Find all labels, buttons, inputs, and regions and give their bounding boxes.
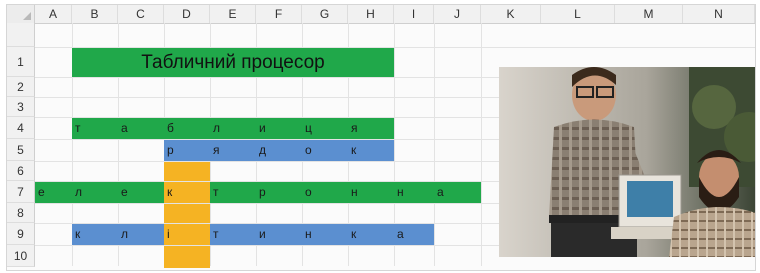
cell-E7[interactable]: т: [210, 182, 256, 203]
cell-D5[interactable]: р: [164, 140, 210, 161]
cell-C9[interactable]: л: [118, 224, 164, 245]
cell-G5[interactable]: о: [302, 140, 348, 161]
title-cell[interactable]: Табличний процесор: [72, 48, 394, 77]
spreadsheet-window: A B C D E F G H I J K L M N 1 2 3 4 5 6 …: [6, 4, 756, 271]
column-header-L[interactable]: L: [541, 5, 615, 23]
column-header-K[interactable]: K: [481, 5, 541, 23]
column-header-C[interactable]: C: [118, 5, 164, 23]
cell-J7[interactable]: а: [434, 182, 481, 203]
row-header-7[interactable]: 7: [7, 181, 35, 203]
cell-E4[interactable]: л: [210, 118, 256, 139]
cell-G9[interactable]: н: [302, 224, 348, 245]
column-header-H[interactable]: H: [348, 5, 394, 23]
row-header-5[interactable]: 5: [7, 139, 35, 161]
cell-D6[interactable]: [164, 162, 210, 181]
cell-D10[interactable]: [164, 246, 210, 268]
row-header-4[interactable]: 4: [7, 117, 35, 139]
row-header-6[interactable]: 6: [7, 161, 35, 181]
photo-two-men-computer: [499, 67, 755, 257]
row-header-blank: [7, 23, 35, 47]
row-header-10[interactable]: 10: [7, 245, 35, 267]
cell-I9[interactable]: а: [394, 224, 434, 245]
cell-H4[interactable]: я: [348, 118, 394, 139]
column-header-F[interactable]: F: [256, 5, 302, 23]
cell-D9[interactable]: і: [164, 224, 210, 245]
cell-E9[interactable]: т: [210, 224, 256, 245]
column-header-row: A B C D E F G H I J K L M N: [7, 5, 755, 24]
column-header-E[interactable]: E: [210, 5, 256, 23]
cell-H7[interactable]: н: [348, 182, 394, 203]
row-header-9[interactable]: 9: [7, 223, 35, 245]
cell-B4[interactable]: т: [72, 118, 118, 139]
cell-B9[interactable]: к: [72, 224, 118, 245]
cell-F9[interactable]: и: [256, 224, 302, 245]
cell-E5[interactable]: я: [210, 140, 256, 161]
column-header-N[interactable]: N: [683, 5, 755, 23]
cell-I7[interactable]: н: [394, 182, 434, 203]
column-header-I[interactable]: I: [394, 5, 434, 23]
select-all-corner[interactable]: [7, 5, 35, 23]
cell-A7[interactable]: е: [35, 182, 72, 203]
cell-D4[interactable]: б: [164, 118, 210, 139]
cell-H9[interactable]: к: [348, 224, 394, 245]
row-header-8[interactable]: 8: [7, 203, 35, 223]
cell-F5[interactable]: д: [256, 140, 302, 161]
cell-D7[interactable]: к: [164, 182, 210, 203]
column-header-A[interactable]: A: [35, 5, 72, 23]
cell-D8[interactable]: [164, 204, 210, 223]
column-header-J[interactable]: J: [434, 5, 481, 23]
row-header-2[interactable]: 2: [7, 77, 35, 97]
cell-C7[interactable]: е: [118, 182, 164, 203]
photo-of-two-men-with-computer-icon: [499, 67, 755, 257]
row-header-1[interactable]: 1: [7, 47, 35, 77]
cell-G7[interactable]: о: [302, 182, 348, 203]
cell-F4[interactable]: и: [256, 118, 302, 139]
column-header-D[interactable]: D: [164, 5, 210, 23]
row-header-3[interactable]: 3: [7, 97, 35, 117]
cell-B7[interactable]: л: [72, 182, 118, 203]
cell-F7[interactable]: р: [256, 182, 302, 203]
cell-H5[interactable]: к: [348, 140, 394, 161]
cell-G4[interactable]: ц: [302, 118, 348, 139]
column-header-M[interactable]: M: [615, 5, 683, 23]
column-header-G[interactable]: G: [302, 5, 348, 23]
column-header-B[interactable]: B: [72, 5, 118, 23]
cell-C4[interactable]: а: [118, 118, 164, 139]
